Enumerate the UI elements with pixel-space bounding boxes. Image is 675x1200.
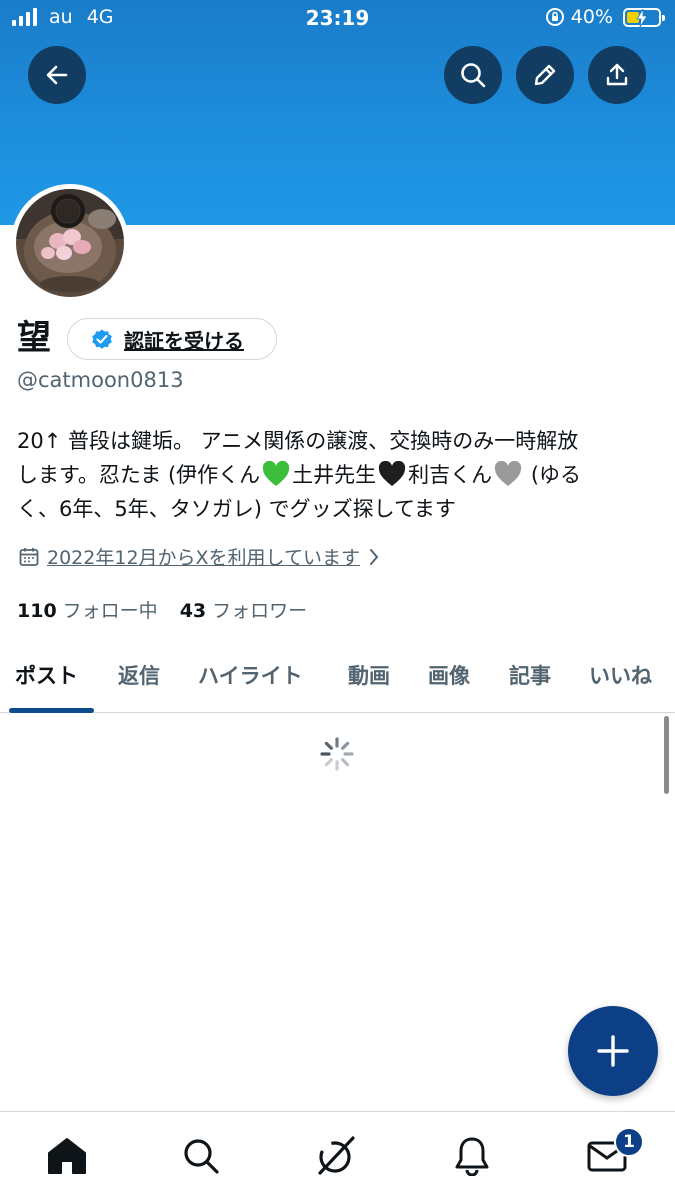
following-label: フォロー中	[62, 600, 158, 622]
bio-text: します。忍たま (伊作くん	[17, 463, 261, 487]
profile-name: 望	[17, 318, 51, 358]
pencil-icon	[534, 64, 556, 86]
status-bar: au 4G 23:19 40%	[0, 0, 675, 38]
tab-videos[interactable]: 動画	[348, 660, 390, 690]
home-icon	[48, 1138, 86, 1174]
joined-date[interactable]: 2022年12月からXを利用しています	[19, 543, 380, 570]
profile-tabs: ポスト 返信 ハイライト 動画 画像 記事 いいね	[0, 650, 675, 713]
orientation-lock-icon	[545, 8, 564, 26]
nav-notifications[interactable]	[450, 1134, 494, 1178]
search-icon	[461, 63, 486, 88]
followers-count: 43	[179, 600, 207, 622]
battery-icon	[623, 7, 665, 27]
tab-articles[interactable]: 記事	[509, 660, 551, 690]
followers-link[interactable]: 43 フォロワー	[180, 596, 307, 623]
get-verified-label: 認証を受ける	[124, 328, 244, 353]
avatar-image	[16, 189, 124, 297]
bio-line: します。忍たま (伊作くん 土井先生 利吉くん (ゆる	[17, 458, 667, 492]
tab-likes[interactable]: いいね	[589, 660, 652, 690]
nav-home[interactable]	[45, 1134, 89, 1178]
grey-heart-icon	[494, 461, 522, 486]
back-button[interactable]	[28, 46, 86, 104]
edit-button[interactable]	[516, 46, 574, 104]
grok-icon	[318, 1136, 355, 1175]
profile-handle: @catmoon0813	[17, 368, 184, 392]
green-heart-icon	[262, 461, 290, 486]
tab-posts[interactable]: ポスト	[15, 660, 78, 690]
bio-line: 20↑ 普段は鍵垢。 アニメ関係の譲渡、交換時のみ一時解放	[17, 429, 579, 453]
get-verified-button[interactable]: 認証を受ける	[67, 318, 277, 360]
black-heart-icon	[378, 461, 406, 486]
share-icon	[606, 63, 628, 86]
plus-icon	[597, 1035, 629, 1067]
tab-replies[interactable]: 返信	[118, 660, 160, 690]
follow-stats: 110 フォロー中 43 フォロワー	[17, 596, 307, 623]
bio-text: (ゆる	[524, 463, 582, 487]
chevron-right-icon	[369, 548, 379, 565]
bell-icon	[455, 1137, 489, 1176]
tab-media[interactable]: 画像	[428, 660, 470, 690]
compose-post-button[interactable]	[568, 1006, 658, 1096]
messages-badge: 1	[614, 1127, 644, 1157]
bio-text: 土井先生	[292, 463, 377, 487]
bio-line: く、6年、5年、タソガレ) でグッズ探してます	[17, 497, 456, 521]
profile-bio: 20↑ 普段は鍵垢。 アニメ関係の譲渡、交換時のみ一時解放 します。忍たま (伊…	[17, 424, 667, 526]
bio-text: 利吉くん	[408, 463, 493, 487]
bottom-navigation	[0, 1111, 675, 1200]
loading-spinner-icon	[320, 737, 354, 771]
battery-percent: 40%	[570, 6, 613, 28]
joined-label: 2022年12月からXを利用しています	[47, 547, 360, 569]
calendar-icon	[19, 547, 39, 566]
active-tab-indicator	[9, 708, 94, 713]
following-link[interactable]: 110 フォロー中	[17, 596, 158, 623]
verified-badge-icon	[92, 329, 112, 349]
following-count: 110	[17, 600, 57, 622]
share-button[interactable]	[588, 46, 646, 104]
nav-grok[interactable]	[314, 1134, 358, 1178]
followers-label: フォロワー	[212, 600, 308, 622]
search-icon	[184, 1139, 219, 1174]
arrow-left-icon	[46, 65, 68, 85]
scrollbar[interactable]	[664, 716, 669, 794]
tab-highlights[interactable]: ハイライト	[198, 660, 303, 690]
avatar[interactable]	[11, 184, 129, 302]
nav-explore[interactable]	[179, 1134, 223, 1178]
search-button[interactable]	[444, 46, 502, 104]
